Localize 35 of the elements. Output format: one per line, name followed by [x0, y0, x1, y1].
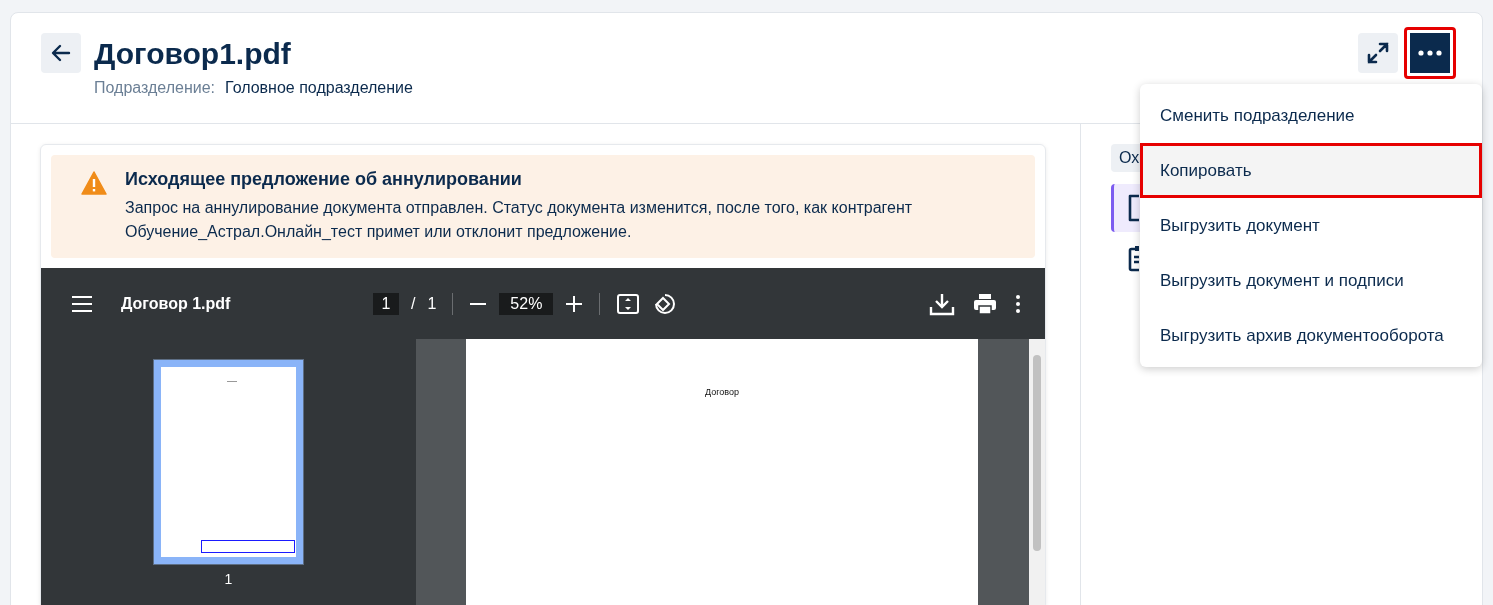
download-icon[interactable] [929, 291, 955, 316]
menu-item[interactable]: Выгрузить документ и подписи [1140, 253, 1482, 308]
thumbnail-number: 1 [224, 571, 233, 587]
more-icon [1418, 50, 1442, 56]
expand-icon [1365, 40, 1391, 66]
warning-icon [81, 171, 107, 195]
zoom-input[interactable]: 52% [499, 292, 554, 315]
fit-page-icon[interactable] [616, 292, 641, 315]
page-heading: Договор [705, 387, 739, 399]
print-icon[interactable] [973, 292, 997, 315]
page-total: 1 [427, 294, 437, 313]
arrow-left-icon [50, 42, 72, 64]
menu-item[interactable]: Выгрузить архив документооборота [1140, 308, 1482, 363]
department-label: Подразделение: [94, 79, 216, 97]
rotate-icon[interactable] [652, 291, 677, 316]
zoom-in-icon[interactable] [565, 294, 584, 313]
alert-title: Исходящее предложение об аннулировании [125, 169, 523, 190]
department-value: Головное подразделение [225, 79, 413, 97]
file-name: Договор 1.pdf [121, 294, 232, 313]
menu-item[interactable]: Копировать [1140, 143, 1482, 198]
alert-message: Запрос на аннулирование документа отправлен. Статус документа изменится, после того, как контрагент Обучение_Астрал.Онлайн_тест примет или отклонит предложение. [125, 198, 914, 242]
menu-icon[interactable] [71, 294, 93, 313]
page-input[interactable]: 1 [373, 292, 399, 315]
page-separator: / [411, 294, 416, 313]
scrollbar[interactable] [1029, 339, 1045, 605]
page-thumbnail[interactable] [153, 359, 304, 565]
menu-item[interactable]: Сменить подразделение [1140, 88, 1482, 143]
more-vertical-icon[interactable] [1015, 293, 1021, 314]
back-button[interactable] [41, 33, 81, 73]
menu-item[interactable]: Выгрузить документ [1140, 198, 1482, 253]
more-button[interactable] [1404, 27, 1456, 79]
clipboard-icon [1128, 244, 1139, 272]
document-title: Договор1.pdf [94, 36, 292, 72]
expand-button[interactable] [1358, 33, 1398, 73]
document-icon [1128, 194, 1139, 222]
